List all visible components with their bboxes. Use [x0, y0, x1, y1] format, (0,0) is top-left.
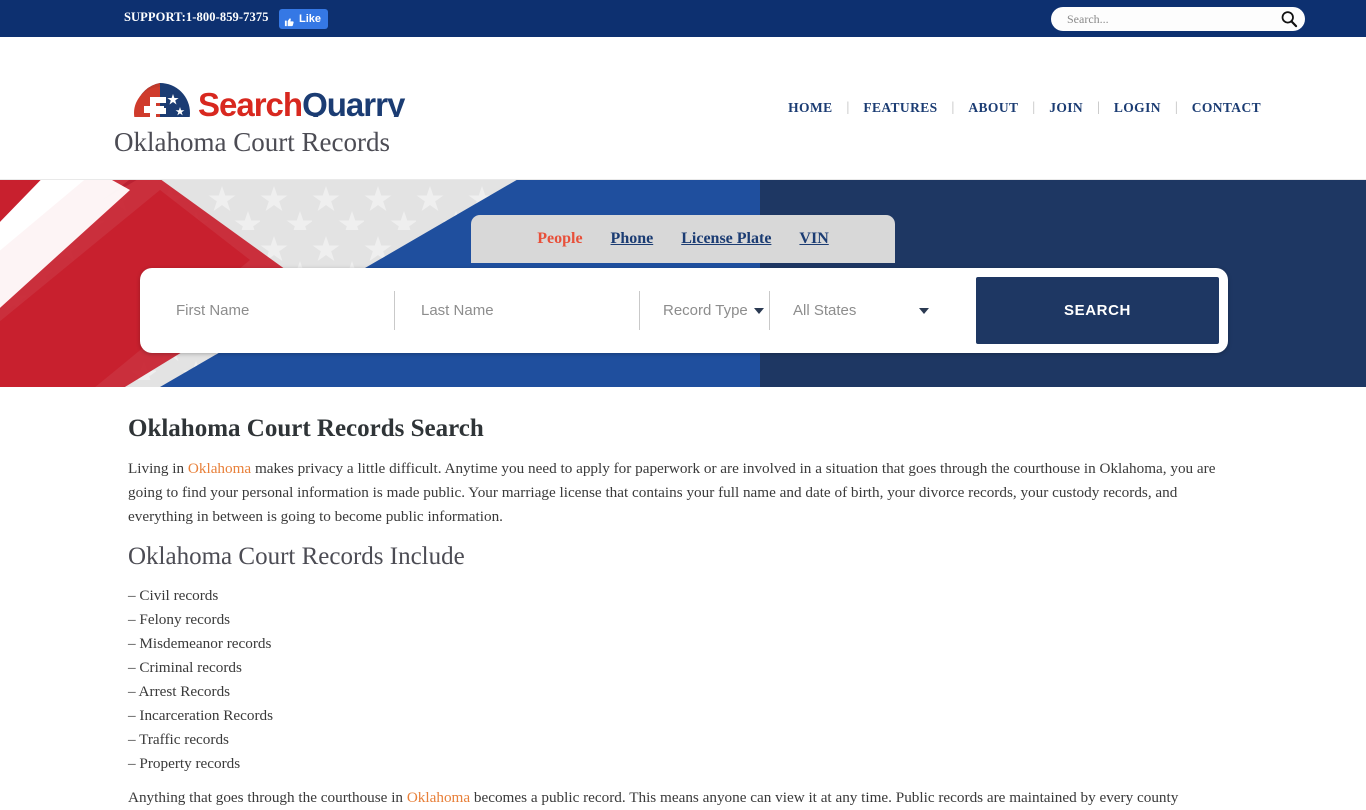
paragraph2-text-a: Anything that goes through the courthous…	[128, 789, 407, 806]
record-type-select[interactable]: Record Type	[639, 277, 769, 344]
nav-item-join[interactable]: JOIN	[1035, 100, 1097, 116]
content-subheading: Oklahoma Court Records Include	[128, 543, 465, 570]
paragraph2-text-b: becomes a public record. This means anyo…	[470, 789, 1179, 806]
list-item: – Traffic records	[128, 731, 229, 748]
paragraph1-text-a: Living in	[128, 460, 188, 477]
list-item: – Criminal records	[128, 659, 242, 676]
closing-paragraph: Anything that goes through the courthous…	[128, 786, 1223, 810]
last-name-input[interactable]	[419, 301, 639, 320]
people-search-form: Record Type All States SEARCH	[140, 268, 1228, 353]
list-item: – Felony records	[128, 611, 231, 628]
search-input[interactable]	[1065, 10, 1279, 28]
tab-people[interactable]: People	[537, 230, 582, 248]
last-name-field[interactable]	[394, 277, 639, 344]
header-search-box[interactable]	[1051, 7, 1305, 31]
top-support-bar: SUPPORT:1-800-859-7375 Like	[0, 0, 1366, 37]
intro-paragraph: Living in Oklahoma makes privacy a littl…	[128, 457, 1223, 529]
site-header: SearchQuarry Information is Freedom HOME…	[0, 37, 1366, 143]
first-name-input[interactable]	[174, 301, 394, 320]
state-select[interactable]: All States	[769, 277, 949, 344]
nav-item-home[interactable]: HOME	[774, 100, 846, 116]
first-name-field[interactable]	[149, 277, 394, 344]
nav-item-about[interactable]: ABOUT	[954, 100, 1032, 116]
record-type-label: Record Type	[663, 302, 748, 319]
main-content: Oklahoma Court Records Search Living in …	[0, 415, 1366, 810]
paragraph1-text-b: makes privacy a little difficult. Anytim…	[128, 460, 1216, 525]
logo-wordmark: SearchQuarry	[198, 88, 405, 121]
oklahoma-link[interactable]: Oklahoma	[188, 460, 251, 477]
tab-license-plate[interactable]: License Plate	[681, 230, 771, 248]
tab-vin[interactable]: VIN	[799, 230, 828, 248]
list-item: – Misdemeanor records	[128, 635, 272, 652]
state-label: All States	[793, 302, 857, 319]
list-item: – Property records	[128, 755, 241, 772]
chevron-down-icon	[919, 307, 929, 314]
search-icon[interactable]	[1279, 9, 1299, 29]
list-item: – Arrest Records	[128, 683, 231, 700]
thumbs-up-icon	[284, 14, 295, 26]
page-title: Oklahoma Court Records	[114, 127, 390, 157]
list-item: – Incarceration Records	[128, 707, 274, 724]
oklahoma-link[interactable]: Oklahoma	[407, 789, 470, 806]
facebook-like-label: Like	[299, 13, 322, 25]
search-button[interactable]: SEARCH	[976, 277, 1219, 344]
search-type-tabs: People Phone License Plate VIN	[471, 215, 895, 263]
main-navigation: HOME | FEATURES | ABOUT | JOIN | LOGIN |…	[774, 100, 1275, 116]
list-item: – Civil records	[128, 587, 219, 604]
support-phone: SUPPORT:1-800-859-7375	[124, 10, 269, 24]
chevron-down-icon	[753, 307, 764, 314]
nav-item-features[interactable]: FEATURES	[849, 100, 951, 116]
page-title-band: Oklahoma Court Records	[0, 117, 1366, 180]
record-types-list: – Civil records – Felony records – Misde…	[128, 584, 1366, 776]
nav-item-login[interactable]: LOGIN	[1100, 100, 1175, 116]
tab-phone[interactable]: Phone	[611, 230, 654, 248]
content-heading: Oklahoma Court Records Search	[128, 415, 484, 442]
nav-item-contact[interactable]: CONTACT	[1178, 100, 1275, 116]
facebook-like-button[interactable]: Like	[279, 9, 329, 29]
